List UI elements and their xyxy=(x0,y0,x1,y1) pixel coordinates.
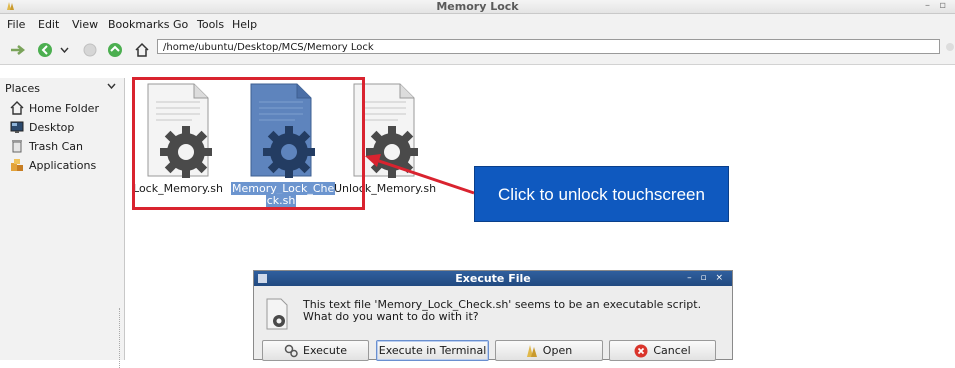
sidebar-item-trash-can[interactable]: Trash Can xyxy=(10,137,83,155)
sidebar-chevron-icon[interactable] xyxy=(107,81,116,92)
execute-button[interactable]: Execute xyxy=(262,340,369,361)
dialog-title: Execute File xyxy=(455,272,531,285)
open-icon xyxy=(526,344,538,358)
sidebar-item-desktop[interactable]: Desktop xyxy=(10,118,74,136)
menu-edit[interactable]: Edit xyxy=(38,18,59,31)
forward-arrow-icon xyxy=(11,45,26,55)
execute-in-terminal-button[interactable]: Execute in Terminal xyxy=(376,340,489,361)
gears-icon xyxy=(284,344,298,358)
sidebar-item-label: Trash Can xyxy=(29,139,83,153)
menu-go[interactable]: Go xyxy=(173,18,188,31)
up-arrow-icon xyxy=(108,43,122,57)
menu-view[interactable]: View xyxy=(72,18,98,31)
script-file-icon xyxy=(266,298,288,330)
highlight-box xyxy=(132,77,365,210)
window-titlebar: Memory Lock – ▫ xyxy=(0,0,955,14)
pane-resize-grip[interactable] xyxy=(119,308,122,368)
home-button[interactable] xyxy=(133,41,151,59)
applications-icon xyxy=(10,158,24,172)
stop-button[interactable] xyxy=(82,41,98,59)
sidebar-header[interactable]: Places xyxy=(5,82,40,95)
dialog-message: This text file 'Memory_Lock_Check.sh' se… xyxy=(303,299,701,323)
sidebar-item-label: Home Folder xyxy=(29,101,99,115)
annotation-callout: Click to unlock touchscreen xyxy=(474,166,729,222)
home-icon xyxy=(10,101,24,115)
back-icon xyxy=(38,43,52,57)
sidebar-item-label: Applications xyxy=(29,158,97,172)
home-icon xyxy=(135,42,149,57)
menubar: File Edit View Bookmarks Go Tools Help xyxy=(0,14,955,36)
stop-icon xyxy=(83,43,97,57)
sidebar-item-label: Desktop xyxy=(29,120,75,134)
clear-location-icon[interactable] xyxy=(945,42,955,52)
trash-icon xyxy=(10,139,24,153)
up-button[interactable] xyxy=(106,41,124,59)
menu-tools[interactable]: Tools xyxy=(197,18,224,31)
execute-terminal-label: Execute in Terminal xyxy=(378,344,487,357)
back-button[interactable] xyxy=(36,41,54,59)
execute-label: Execute xyxy=(303,344,347,357)
sidebar-item-applications[interactable]: Applications xyxy=(10,156,96,174)
menu-help[interactable]: Help xyxy=(232,18,257,31)
menu-bookmarks[interactable]: Bookmarks xyxy=(108,18,169,31)
cancel-button[interactable]: Cancel xyxy=(609,340,716,361)
dialog-window-controls[interactable]: – ▫ × xyxy=(687,271,726,286)
open-label: Open xyxy=(542,344,573,357)
menu-file[interactable]: File xyxy=(7,18,25,31)
dialog-message-line2: What do you want to do with it? xyxy=(303,310,479,323)
execute-file-dialog: Execute File – ▫ × This text file 'Memor… xyxy=(253,270,733,361)
history-dropdown-button[interactable] xyxy=(58,41,70,59)
sidebar-item-home-folder[interactable]: Home Folder xyxy=(10,99,99,117)
window-controls[interactable]: – ▫ xyxy=(925,0,949,12)
chevron-down-icon xyxy=(59,47,69,53)
open-button[interactable]: Open xyxy=(495,340,603,361)
window-title: Memory Lock xyxy=(436,0,519,13)
desktop-icon xyxy=(10,120,24,134)
location-input[interactable]: /home/ubuntu/Desktop/MCS/Memory Lock xyxy=(157,39,940,54)
cancel-label: Cancel xyxy=(653,344,691,357)
cancel-icon xyxy=(634,344,648,358)
forward-arrow-button[interactable] xyxy=(8,41,30,59)
toolbar: /home/ubuntu/Desktop/MCS/Memory Lock xyxy=(0,36,955,65)
sidebar: Places Home Folder Desktop Trash Can App… xyxy=(0,78,125,368)
dialog-titlebar: Execute File – ▫ × xyxy=(254,271,732,286)
